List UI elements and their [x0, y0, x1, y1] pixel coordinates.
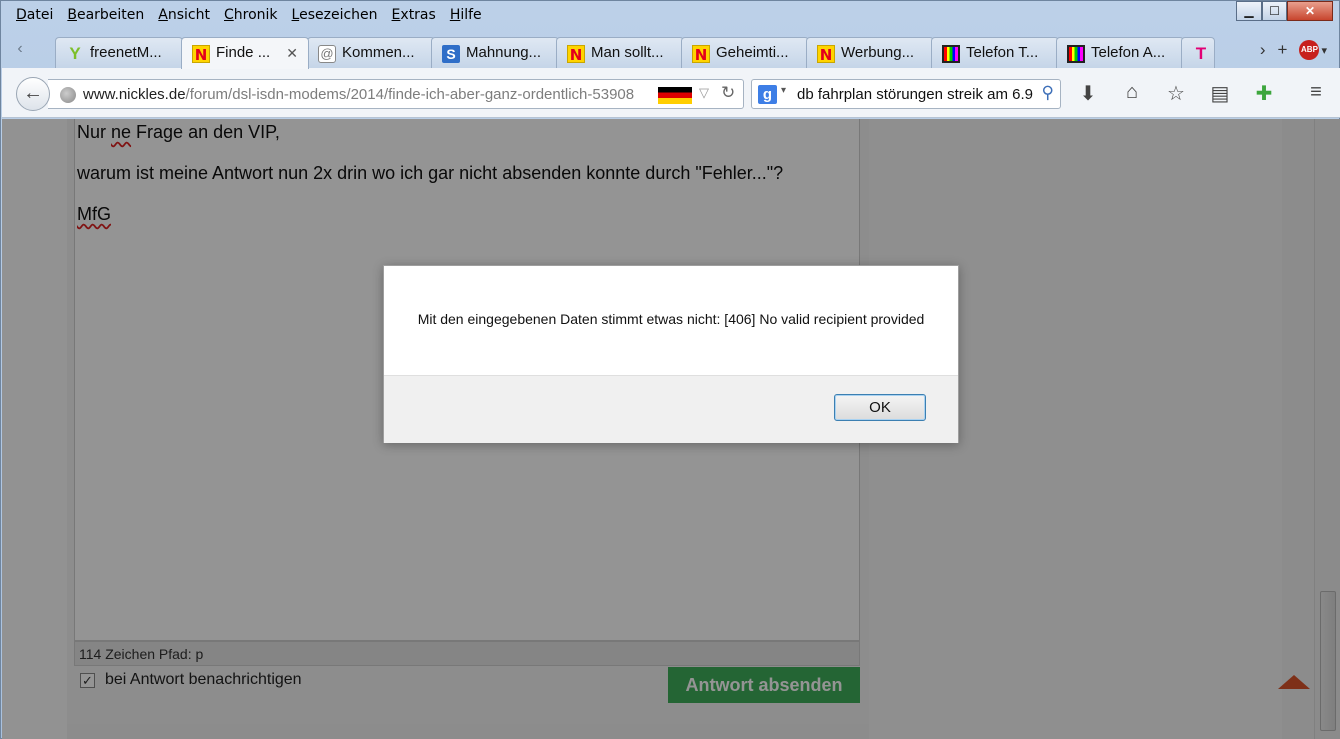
- toolbar-buttons: ⬇ ⌂ ☆ ▤ ✚ ≡: [1076, 81, 1328, 106]
- s-icon: S: [442, 45, 460, 63]
- tab-mahnung[interactable]: S Mahnung...: [431, 37, 559, 68]
- adblock-dropdown-icon[interactable]: ▾: [1321, 44, 1327, 57]
- menu-extras[interactable]: Extras: [385, 4, 443, 26]
- tab-label: Telefon A...: [1091, 44, 1166, 61]
- menu-chronik[interactable]: Chronik: [217, 4, 285, 26]
- search-bar[interactable]: g ▾ db fahrplan störungen streik am 6.9 …: [751, 79, 1061, 109]
- reload-icon[interactable]: ↻: [721, 83, 735, 103]
- menubar: Datei Bearbeiten Ansicht Chronik Lesezei…: [9, 4, 489, 26]
- menu-bearbeiten[interactable]: Bearbeiten: [60, 4, 151, 26]
- tab-label: Mahnung...: [466, 44, 542, 61]
- tab-label: freenetM...: [90, 44, 162, 61]
- german-flag-icon: [658, 87, 692, 104]
- tab-bar: ‹ Y freenetM... N Finde ... ✕ @ Kommen..…: [7, 34, 1335, 69]
- adblock-icon[interactable]: ABP: [1299, 40, 1320, 60]
- tab-telefon-a[interactable]: Telefon A...: [1056, 37, 1184, 68]
- search-engine-dropdown-icon[interactable]: ▾: [781, 85, 786, 96]
- globe-icon: [60, 87, 76, 103]
- menu-ansicht[interactable]: Ansicht: [151, 4, 217, 26]
- url-path: /forum/dsl-isdn-modems/2014/finde-ich-ab…: [185, 86, 635, 103]
- tab-scroll-right-icon[interactable]: ›: [1260, 40, 1266, 60]
- nickles-n-icon: N: [192, 45, 210, 64]
- nickles-n-icon: N: [567, 45, 585, 64]
- addon-puzzle-icon[interactable]: ✚: [1252, 81, 1276, 106]
- tab-freenet[interactable]: Y freenetM...: [55, 37, 183, 68]
- new-tab-icon[interactable]: +: [1278, 40, 1288, 60]
- close-tab-icon[interactable]: ✕: [286, 45, 298, 62]
- hamburger-menu-icon[interactable]: ≡: [1304, 81, 1328, 106]
- minimize-button[interactable]: ▁: [1236, 1, 1262, 21]
- tv-icon: [1067, 45, 1085, 63]
- window-controls: ▁ ☐ ✕: [1236, 1, 1333, 23]
- search-icon[interactable]: ⚲: [1042, 83, 1054, 103]
- google-icon[interactable]: g: [758, 85, 777, 104]
- tab-man-sollte[interactable]: N Man sollt...: [556, 37, 684, 68]
- nickles-n-icon: N: [692, 45, 710, 64]
- maximize-button[interactable]: ☐: [1262, 1, 1287, 21]
- search-input[interactable]: db fahrplan störungen streik am 6.9: [797, 86, 1035, 103]
- tab-finde[interactable]: N Finde ... ✕: [181, 37, 309, 69]
- tab-kommentare[interactable]: @ Kommen...: [307, 37, 435, 68]
- tab-label: Kommen...: [342, 44, 415, 61]
- url-host: www.nickles.de: [83, 86, 186, 103]
- home-icon[interactable]: ⌂: [1120, 81, 1144, 106]
- tab-telekom[interactable]: T: [1181, 37, 1215, 68]
- nickles-n-icon: N: [817, 45, 835, 64]
- tab-label: Telefon T...: [966, 44, 1039, 61]
- alert-footer: OK: [384, 375, 958, 443]
- menu-hilfe[interactable]: Hilfe: [443, 4, 489, 26]
- menu-lesezeichen[interactable]: Lesezeichen: [285, 4, 385, 26]
- tab-tools: › + ABP ▾: [1260, 40, 1327, 60]
- url-dropdown-icon[interactable]: ▽: [699, 85, 709, 101]
- bookmark-star-icon[interactable]: ☆: [1164, 81, 1188, 106]
- tab-label: Man sollt...: [591, 44, 664, 61]
- tab-telefon-t[interactable]: Telefon T...: [931, 37, 1059, 68]
- tv-icon: [942, 45, 960, 63]
- url-text[interactable]: www.nickles.de/forum/dsl-isdn-modems/201…: [83, 86, 634, 103]
- browser-window: Datei Bearbeiten Ansicht Chronik Lesezei…: [0, 0, 1340, 739]
- tab-label: Geheimti...: [716, 44, 789, 61]
- tab-scroll-left-icon[interactable]: ‹: [11, 40, 29, 62]
- tab-werbung[interactable]: N Werbung...: [806, 37, 934, 68]
- telekom-icon: T: [1195, 44, 1207, 63]
- menu-datei[interactable]: Datei: [9, 4, 60, 26]
- tab-label: Finde ...: [216, 44, 271, 61]
- alert-dialog: Mit den eingegebenen Daten stimmt etwas …: [383, 265, 959, 443]
- at-icon: @: [318, 45, 336, 63]
- ok-button[interactable]: OK: [834, 394, 926, 421]
- alert-message: Mit den eingegebenen Daten stimmt etwas …: [417, 311, 925, 327]
- download-icon[interactable]: ⬇: [1076, 81, 1100, 106]
- navigation-bar: www.nickles.de/forum/dsl-isdn-modems/201…: [2, 68, 1340, 118]
- back-button[interactable]: ←: [16, 77, 50, 111]
- tab-geheimtipp[interactable]: N Geheimti...: [681, 37, 809, 68]
- url-bar[interactable]: www.nickles.de/forum/dsl-isdn-modems/201…: [48, 79, 744, 109]
- close-window-button[interactable]: ✕: [1287, 1, 1333, 21]
- tab-label: Werbung...: [841, 44, 915, 61]
- reading-list-icon[interactable]: ▤: [1208, 81, 1232, 106]
- leaf-icon: Y: [69, 44, 81, 63]
